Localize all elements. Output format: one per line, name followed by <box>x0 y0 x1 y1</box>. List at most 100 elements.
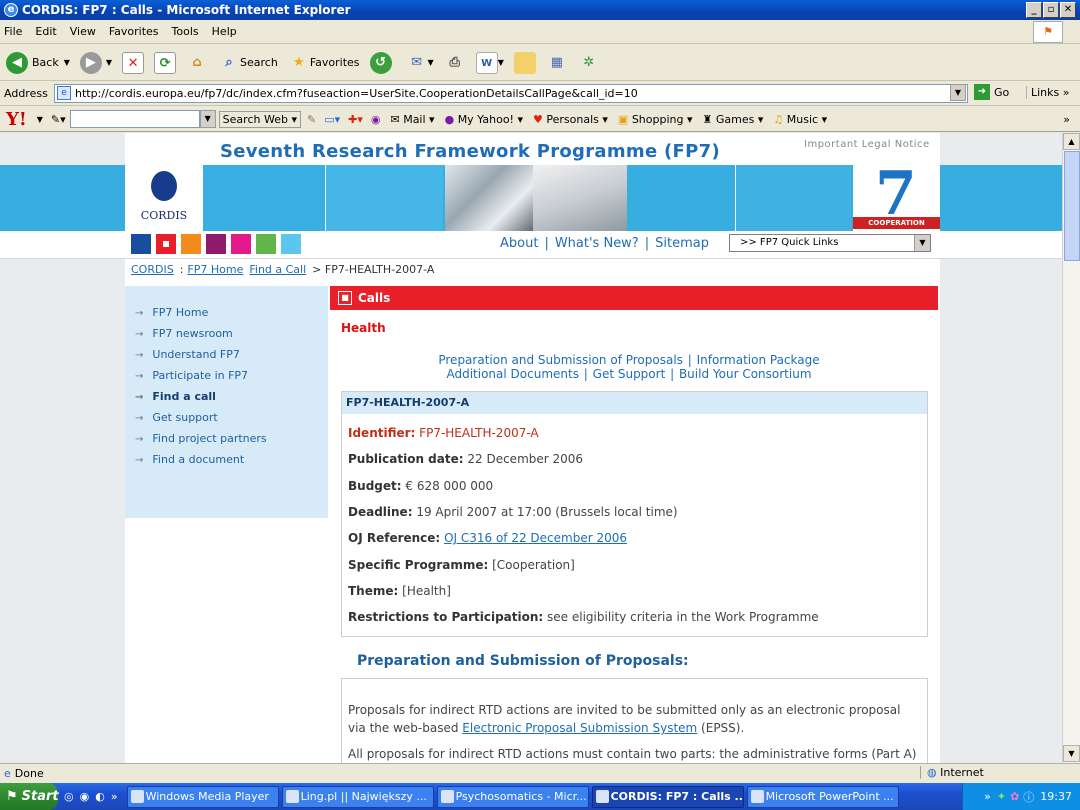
nav-item-find-document[interactable]: → Find a document <box>135 453 244 466</box>
scroll-up-icon[interactable]: ▲ <box>1063 133 1080 150</box>
additional-docs-link[interactable]: Additional Documents <box>446 367 578 381</box>
cordis-logo[interactable]: CORDIS <box>125 165 203 231</box>
color-square-blue[interactable] <box>131 234 151 254</box>
breadcrumb-cordis[interactable]: CORDIS <box>131 263 174 276</box>
menu-edit[interactable]: Edit <box>35 25 56 38</box>
whats-new-link[interactable]: What's New? <box>555 236 639 251</box>
taskbar-label: Psychosomatics - Micr... <box>455 789 587 803</box>
mail-button[interactable]: ✉ ▼ <box>406 52 434 74</box>
more-chevron-icon[interactable]: » <box>1063 113 1070 126</box>
home-button[interactable]: ⌂ <box>186 52 208 74</box>
build-consortium-link[interactable]: Build Your Consortium <box>679 367 812 381</box>
nav-item-participate[interactable]: → Participate in FP7 <box>135 369 248 382</box>
oj-reference-link[interactable]: OJ C316 of 22 December 2006 <box>444 531 627 545</box>
personals-button[interactable]: ♥ Personals ▾ <box>533 113 608 126</box>
yahoo-search-input[interactable] <box>69 110 200 128</box>
chevron-down-icon[interactable]: ▼ <box>37 115 43 124</box>
breadcrumb-fp7-home[interactable]: FP7 Home <box>187 263 243 276</box>
color-square-lightblue[interactable] <box>281 234 301 254</box>
taskbar-button-media-player[interactable]: Windows Media Player <box>126 785 279 808</box>
call-details-box: FP7-HEALTH-2007-A Identifier: FP7-HEALTH… <box>341 391 928 637</box>
minimize-button[interactable]: _ <box>1026 2 1042 18</box>
messenger-button[interactable]: ✲ <box>578 52 600 74</box>
search-button[interactable]: ⌕ Search <box>218 52 277 74</box>
quicklaunch-firefox-icon[interactable]: ◉ <box>80 790 90 803</box>
nav-item-get-support[interactable]: → Get support <box>135 411 218 424</box>
color-square-red[interactable] <box>156 234 176 254</box>
scroll-down-icon[interactable]: ▼ <box>1063 745 1080 762</box>
edit-button[interactable]: W ▼ <box>475 51 504 74</box>
color-square-orange[interactable] <box>181 234 201 254</box>
links-button[interactable]: Links » <box>1026 86 1070 99</box>
refresh-button[interactable]: ⟳ <box>154 51 177 74</box>
yahoo-radio-icon[interactable]: ◉ <box>371 113 381 126</box>
shopping-button[interactable]: ▣ Shopping ▾ <box>618 113 693 126</box>
popup-blocker-icon[interactable]: ▭▾ <box>324 113 340 126</box>
folder-button[interactable] <box>513 51 536 74</box>
pencil-icon[interactable]: ✎▾ <box>51 113 66 126</box>
tray-info-icon[interactable]: ⓘ <box>1023 789 1034 805</box>
breadcrumb-find-a-call[interactable]: Find a Call <box>249 263 306 276</box>
color-square-green[interactable] <box>256 234 276 254</box>
address-input[interactable]: e http://cordis.europa.eu/fp7/dc/index.cf… <box>54 84 968 103</box>
legal-notice-link[interactable]: Important Legal Notice <box>804 139 930 150</box>
quicklaunch-media-icon[interactable]: ◐ <box>95 790 105 803</box>
forward-button[interactable]: ▶ ▼ <box>79 51 112 74</box>
search-web-button[interactable]: Search Web ▾ <box>218 110 301 128</box>
nav-item-find-partners[interactable]: → Find project partners <box>135 432 267 445</box>
history-button[interactable]: ↺ <box>369 51 396 74</box>
menu-favorites[interactable]: Favorites <box>109 25 159 38</box>
start-button[interactable]: ⚑ Start <box>0 783 59 810</box>
sitemap-link[interactable]: Sitemap <box>655 236 709 251</box>
taskbar-button-powerpoint[interactable]: Microsoft PowerPoint ... <box>746 785 899 808</box>
cooperation-label: COOPERATION <box>853 217 940 229</box>
go-button[interactable]: ➜ Go <box>974 84 1009 100</box>
menu-file[interactable]: File <box>4 25 22 38</box>
stop-button[interactable]: ✕ <box>122 51 145 74</box>
yahoo-search-dropdown[interactable]: ▼ <box>199 110 216 128</box>
menu-help[interactable]: Help <box>212 25 237 38</box>
menu-tools[interactable]: Tools <box>172 25 199 38</box>
info-package-link[interactable]: Information Package <box>697 353 820 367</box>
color-square-pink[interactable] <box>231 234 251 254</box>
scroll-thumb[interactable] <box>1064 151 1080 261</box>
print-button[interactable]: ⎙ <box>444 52 466 74</box>
oj-reference-field: OJ Reference: OJ C316 of 22 December 200… <box>348 531 627 545</box>
taskbar-button-cordis[interactable]: CORDIS: FP7 : Calls ... <box>591 785 744 808</box>
research-button[interactable]: ▦ <box>546 52 568 74</box>
music-button[interactable]: ♫ Music ▾ <box>773 113 827 126</box>
vertical-scrollbar[interactable]: ▲ ▼ <box>1062 133 1080 763</box>
nav-item-understand[interactable]: → Understand FP7 <box>135 348 240 361</box>
taskbar-button-ling[interactable]: Ling.pl || Największy ... <box>281 785 434 808</box>
highlight-icon[interactable]: ✎ <box>307 113 316 126</box>
get-support-link[interactable]: Get Support <box>593 367 666 381</box>
my-yahoo-button[interactable]: ● My Yahoo! ▾ <box>445 113 523 126</box>
yahoo-mail-button[interactable]: ✉ Mail ▾ <box>390 113 434 126</box>
epss-link[interactable]: Electronic Proposal Submission System <box>462 721 697 735</box>
taskbar-button-psychosomatics[interactable]: Psychosomatics - Micr... <box>436 785 589 808</box>
tray-app-icon[interactable]: ✿ <box>1010 790 1019 803</box>
address-dropdown-button[interactable]: ▼ <box>950 84 966 101</box>
my-yahoo-label: My Yahoo! <box>457 112 514 126</box>
yahoo-logo-icon[interactable]: Y! <box>6 109 27 130</box>
antispy-icon[interactable]: ✚▾ <box>348 113 363 126</box>
tray-network-icon[interactable]: ✦ <box>997 790 1006 803</box>
nav-item-newsroom[interactable]: → FP7 newsroom <box>135 327 233 340</box>
prep-submission-link[interactable]: Preparation and Submission of Proposals <box>438 353 683 367</box>
address-label: Address <box>4 87 48 100</box>
tray-expand-icon[interactable]: » <box>984 790 991 803</box>
quick-links-select[interactable]: >> FP7 Quick Links ▼ <box>729 234 931 252</box>
games-button[interactable]: ♜ Games ▾ <box>703 113 764 126</box>
nav-item-fp7-home[interactable]: → FP7 Home <box>135 306 208 319</box>
quicklaunch-ie-icon[interactable]: ◎ <box>64 790 74 803</box>
color-square-purple[interactable] <box>206 234 226 254</box>
about-link[interactable]: About <box>500 236 538 251</box>
maximize-button[interactable]: ▫ <box>1043 2 1059 18</box>
nav-item-find-a-call[interactable]: → Find a call <box>135 390 216 403</box>
favorites-button[interactable]: ★ Favorites <box>288 52 360 74</box>
back-button[interactable]: ◀ Back ▼ <box>6 51 70 74</box>
close-button[interactable]: ✕ <box>1060 2 1076 18</box>
cordis-logo-text: CORDIS <box>140 209 188 222</box>
quicklaunch-more[interactable]: » <box>111 790 118 803</box>
menu-view[interactable]: View <box>70 25 96 38</box>
